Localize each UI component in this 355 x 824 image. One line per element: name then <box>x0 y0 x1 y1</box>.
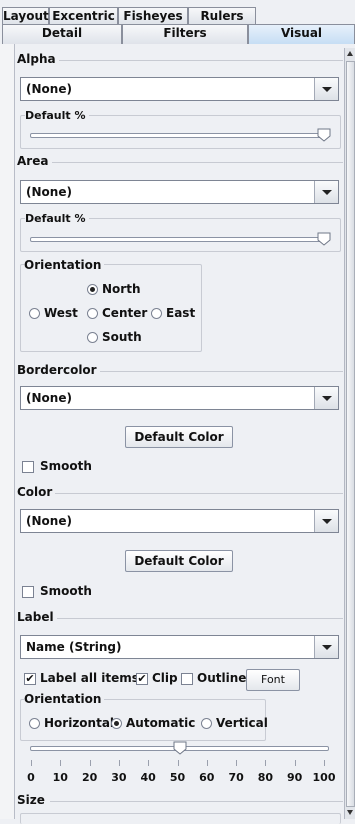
alpha-title: Alpha <box>17 52 59 66</box>
slider-tick <box>324 760 325 766</box>
slider-tick <box>177 760 179 766</box>
label-outline-label: Outline <box>197 671 247 685</box>
bordercolor-select-value: (None) <box>26 391 72 405</box>
bordercolor-smooth-label: Smooth <box>40 459 92 473</box>
slider-tick-label: 40 <box>140 771 156 784</box>
scroll-up-icon[interactable] <box>347 51 353 56</box>
label-orientation-title: Orientation <box>24 692 105 706</box>
label-title: Label <box>17 610 57 624</box>
area-default-slider-track[interactable] <box>30 237 329 242</box>
bordercolor-default-color-button[interactable]: Default Color <box>125 426 233 448</box>
alpha-default-slider-track[interactable] <box>30 133 329 138</box>
label-orientation-vertical-radio[interactable] <box>201 718 212 729</box>
scroll-down-icon[interactable] <box>347 810 353 815</box>
label-all-items-checkbox[interactable]: ✔ <box>24 673 36 685</box>
area-default-label: Default % <box>25 212 89 225</box>
tab-excentric[interactable]: Excentric <box>49 7 118 24</box>
slider-tick <box>294 760 296 766</box>
left-strip <box>0 44 14 819</box>
scrollbar-thumb[interactable] <box>346 61 355 807</box>
label-all-items-label: Label all items <box>40 671 139 685</box>
label-orientation-horizontal-label: Horizontal <box>44 716 115 730</box>
area-orientation-title: Orientation <box>24 258 105 272</box>
area-select-value: (None) <box>26 185 72 199</box>
slider-tick <box>118 760 120 766</box>
label-clip-label: Clip <box>152 671 178 685</box>
vertical-scrollbar[interactable] <box>344 48 355 819</box>
tab-layout[interactable]: Layout <box>2 7 49 24</box>
bordercolor-title: Bordercolor <box>17 363 100 377</box>
slider-tick <box>265 760 267 766</box>
bordercolor-smooth-checkbox[interactable] <box>22 461 34 473</box>
tab-fisheyes[interactable]: Fisheyes <box>118 7 188 24</box>
label-font-button[interactable]: Font <box>246 669 300 691</box>
color-select-value: (None) <box>26 514 72 528</box>
chevron-down-icon[interactable] <box>314 78 338 100</box>
tab-visual[interactable]: Visual <box>248 24 355 44</box>
chevron-down-icon[interactable] <box>314 636 338 658</box>
color-divider <box>55 493 343 494</box>
label-orientation-automatic-label: Automatic <box>126 716 196 730</box>
slider-tick <box>31 760 32 766</box>
alpha-select[interactable]: (None) <box>20 77 339 101</box>
slider-tick-label: 60 <box>199 771 215 784</box>
area-title: Area <box>17 154 52 168</box>
slider-tick <box>89 760 91 766</box>
color-smooth-checkbox[interactable] <box>22 586 34 598</box>
label-select[interactable]: Name (String) <box>20 635 339 659</box>
label-divider <box>55 618 343 619</box>
label-orientation-horizontal-radio[interactable] <box>29 718 40 729</box>
area-orientation-center-radio[interactable] <box>87 308 98 319</box>
size-divider <box>50 801 343 802</box>
color-default-color-button[interactable]: Default Color <box>125 550 233 572</box>
alpha-default-label: Default % <box>25 109 89 122</box>
area-select[interactable]: (None) <box>20 180 339 204</box>
area-orientation-north-radio[interactable] <box>87 284 98 295</box>
slider-tick <box>206 760 208 766</box>
slider-tick-label: 70 <box>228 771 244 784</box>
slider-tick <box>148 760 150 766</box>
label-orientation-automatic-radio[interactable] <box>111 718 122 729</box>
slider-tick-label: 100 <box>312 771 336 784</box>
area-orientation-west-radio[interactable] <box>29 308 40 319</box>
label-select-value: Name (String) <box>26 640 122 654</box>
label-orientation-vertical-label: Vertical <box>216 716 268 730</box>
color-smooth-label: Smooth <box>40 584 92 598</box>
area-orientation-east-label: East <box>166 306 196 320</box>
slider-tick <box>236 760 238 766</box>
slider-tick-label: 30 <box>111 771 127 784</box>
label-outline-checkbox[interactable] <box>181 673 193 685</box>
area-orientation-east-radio[interactable] <box>151 308 162 319</box>
color-select[interactable]: (None) <box>20 509 339 533</box>
label-slider-thumb[interactable] <box>173 741 187 755</box>
slider-tick-label: 20 <box>81 771 98 784</box>
alpha-divider <box>54 60 343 61</box>
slider-tick-label: 10 <box>52 771 68 784</box>
area-orientation-west-label: West <box>44 306 78 320</box>
alpha-select-value: (None) <box>26 82 72 96</box>
slider-tick-label: 90 <box>287 771 303 784</box>
area-orientation-south-label: South <box>102 330 142 344</box>
area-orientation-north-label: North <box>102 282 141 296</box>
slider-tick-label: 50 <box>169 771 186 784</box>
slider-tick <box>60 760 62 766</box>
label-clip-checkbox[interactable]: ✔ <box>136 673 148 685</box>
tab-filters[interactable]: Filters <box>122 24 248 44</box>
area-divider <box>52 162 343 163</box>
chevron-down-icon[interactable] <box>314 510 338 532</box>
area-orientation-south-radio[interactable] <box>87 332 98 343</box>
chevron-down-icon[interactable] <box>314 181 338 203</box>
area-orientation-center-label: Center <box>102 306 148 320</box>
tab-rulers[interactable]: Rulers <box>188 7 256 24</box>
bordercolor-select[interactable]: (None) <box>20 386 339 410</box>
bordercolor-divider <box>100 371 343 372</box>
slider-tick-label: 0 <box>27 771 35 784</box>
slider-tick-label: 80 <box>257 771 274 784</box>
area-default-slider-thumb[interactable] <box>317 232 331 246</box>
tab-detail[interactable]: Detail <box>2 24 122 44</box>
size-title: Size <box>17 793 48 807</box>
chevron-down-icon[interactable] <box>314 387 338 409</box>
color-title: Color <box>17 485 56 499</box>
alpha-default-slider-thumb[interactable] <box>317 128 331 142</box>
